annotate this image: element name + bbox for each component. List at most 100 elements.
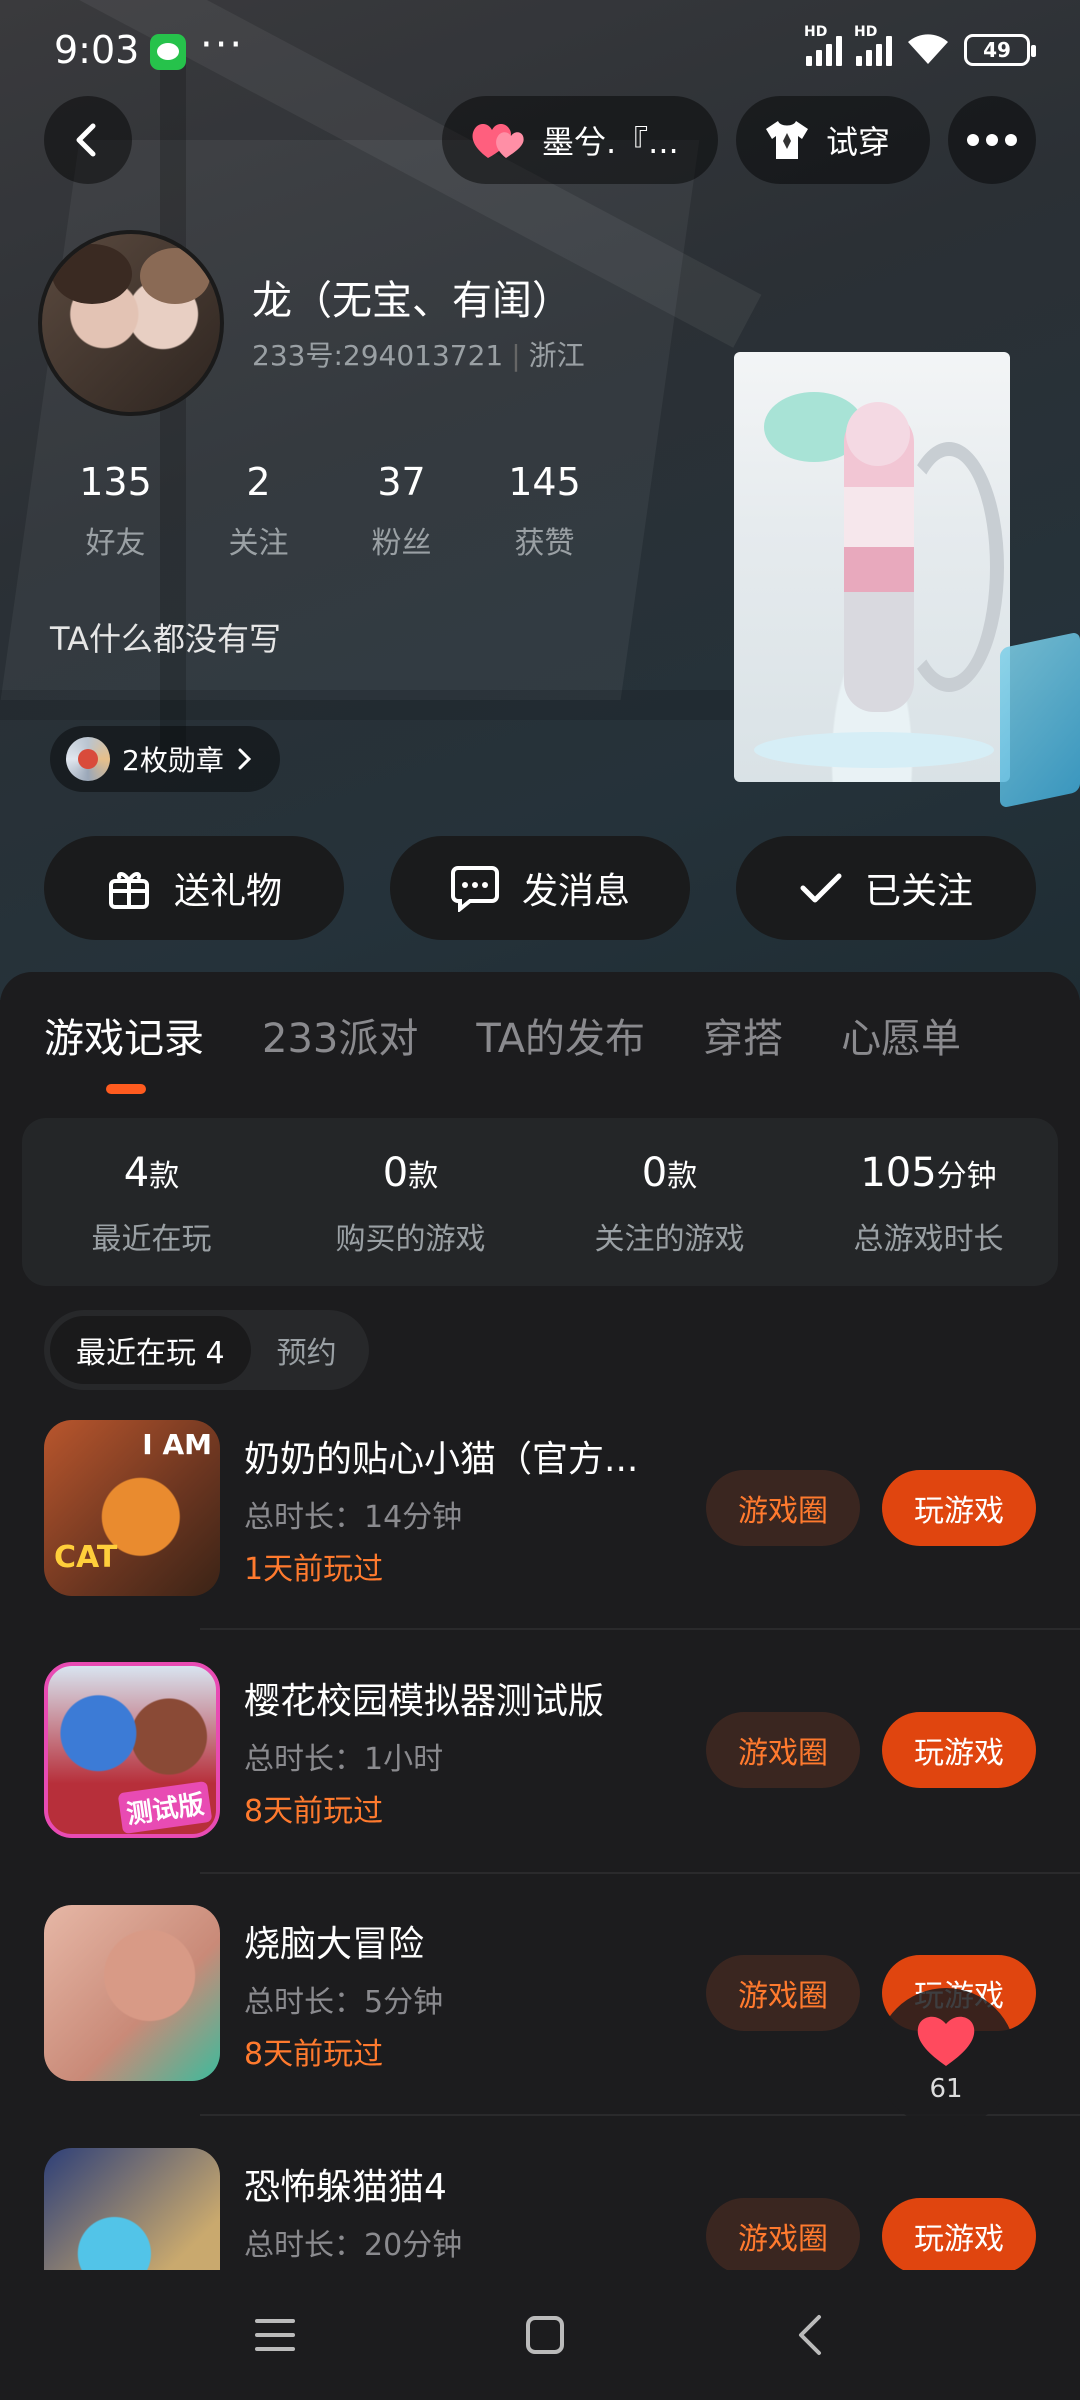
stat-label: 好友 xyxy=(85,526,146,561)
chevron-left-icon xyxy=(76,123,96,157)
menu-icon[interactable] xyxy=(255,2317,295,2353)
game-circle-button[interactable]: 游戏圈 xyxy=(706,1955,860,2031)
wifi-icon xyxy=(906,30,950,66)
list-item[interactable]: 测试版 樱花校园模拟器测试版 总时长：1小时 8天前玩过 游戏圈 玩游戏 xyxy=(44,1662,1044,1842)
game-subtabs: 最近在玩 4 预约 xyxy=(44,1310,369,1390)
active-tab-indicator xyxy=(106,1084,146,1094)
game-summary-card: 4款 最近在玩 0款 购买的游戏 0款 关注的游戏 105分钟 总游戏时长 xyxy=(22,1118,1058,1286)
play-game-button[interactable]: 玩游戏 xyxy=(882,2198,1036,2274)
medal-label: 2枚勋章 xyxy=(122,744,224,777)
chevron-right-icon xyxy=(238,748,251,770)
status-bar: 9:03 ··· HD HD 49 xyxy=(0,0,1080,100)
couple-heart-icon xyxy=(472,124,524,158)
subtab-recently-played[interactable]: 最近在玩 4 xyxy=(50,1316,251,1384)
like-count: 61 xyxy=(929,2074,963,2104)
tab-wishlist[interactable]: 心愿单 xyxy=(841,1006,961,1064)
tab-233-party[interactable]: 233派对 xyxy=(262,1006,418,1064)
stat-value: 37 xyxy=(377,460,426,504)
game-icon: 测试版 xyxy=(44,1662,220,1838)
back-icon[interactable] xyxy=(795,2313,825,2357)
divider xyxy=(200,1872,1080,1874)
send-message-label: 发消息 xyxy=(521,871,630,912)
send-message-button[interactable]: 发消息 xyxy=(390,836,690,940)
send-gift-button[interactable]: 送礼物 xyxy=(44,836,344,940)
game-duration: 总时长：5分钟 xyxy=(244,1985,444,2020)
game-duration: 总时长：14分钟 xyxy=(244,1500,463,1535)
tab-game-records[interactable]: 游戏记录 xyxy=(44,1006,204,1064)
summary-purchased[interactable]: 0款 购买的游戏 xyxy=(281,1118,540,1286)
couple-name: 墨兮.『... xyxy=(542,123,679,161)
game-title: 恐怖躲猫猫4 xyxy=(244,2167,447,2208)
stat-value: 145 xyxy=(508,460,581,504)
wechat-notification-icon xyxy=(150,34,186,70)
stat-value: 2 xyxy=(246,460,271,504)
stat-label: 粉丝 xyxy=(371,526,432,561)
game-last-played: 8天前玩过 xyxy=(244,2037,384,2072)
stat-fans[interactable]: 37 粉丝 xyxy=(330,460,473,562)
stat-value: 135 xyxy=(79,460,152,504)
stat-friends[interactable]: 135 好友 xyxy=(44,460,187,562)
divider xyxy=(200,1628,1080,1630)
more-options-button[interactable] xyxy=(948,96,1036,184)
user-id: 233号:294013721 xyxy=(252,339,504,372)
stat-following[interactable]: 2 关注 xyxy=(187,460,330,562)
list-item[interactable]: I AM CAT 奶奶的贴心小猫（官方... 总时长：14分钟 1天前玩过 游戏… xyxy=(44,1420,1044,1600)
medal-badge-button[interactable]: 2枚勋章 xyxy=(50,726,280,792)
game-circle-button[interactable]: 游戏圈 xyxy=(706,1470,860,1546)
summary-total-time[interactable]: 105分钟 总游戏时长 xyxy=(799,1118,1058,1286)
profile-tabs: 游戏记录 233派对 TA的发布 穿搭 心愿单 xyxy=(44,1006,961,1064)
decorative-3d-shape xyxy=(1000,631,1080,809)
signal-icon: HD xyxy=(854,24,892,66)
gift-icon xyxy=(108,872,149,909)
send-gift-label: 送礼物 xyxy=(173,871,282,912)
game-circle-button[interactable]: 游戏圈 xyxy=(706,2198,860,2274)
summary-followed-games[interactable]: 0款 关注的游戏 xyxy=(540,1118,799,1286)
medal-icon xyxy=(66,737,110,781)
game-title: 奶奶的贴心小猫（官方... xyxy=(244,1439,639,1480)
more-notifications-icon: ··· xyxy=(200,22,245,68)
avatar[interactable] xyxy=(38,230,224,416)
play-game-button[interactable]: 玩游戏 xyxy=(882,1470,1036,1546)
followed-button[interactable]: 已关注 xyxy=(736,836,1036,940)
game-duration: 总时长：20分钟 xyxy=(244,2228,463,2263)
battery-icon: 49 xyxy=(964,34,1036,66)
signal-icon: HD xyxy=(804,24,842,66)
checkmark-icon xyxy=(800,873,842,903)
game-last-played: 1天前玩过 xyxy=(244,1552,384,1587)
game-icon: I AM CAT xyxy=(44,1420,220,1596)
chat-bubble-icon xyxy=(450,866,499,912)
stat-likes[interactable]: 145 获赞 xyxy=(473,460,616,562)
stat-label: 关注 xyxy=(228,526,289,561)
back-button[interactable] xyxy=(44,96,132,184)
game-title: 烧脑大冒险 xyxy=(244,1924,425,1965)
game-duration: 总时长：1小时 xyxy=(244,1742,444,1777)
game-last-played: 8天前玩过 xyxy=(244,1794,384,1829)
followed-label: 已关注 xyxy=(864,871,973,912)
tab-outfits[interactable]: 穿搭 xyxy=(703,1006,783,1064)
status-time: 9:03 xyxy=(54,28,140,72)
profile-name: 龙（无宝、有闺） xyxy=(252,278,572,324)
couple-relation-button[interactable]: 墨兮.『... xyxy=(442,96,718,184)
floating-like-button[interactable]: 61 xyxy=(876,1988,1016,2128)
heart-icon xyxy=(917,2016,975,2066)
summary-recent[interactable]: 4款 最近在玩 xyxy=(22,1118,281,1286)
profile-bio: TA什么都没有写 xyxy=(50,620,281,658)
system-nav-bar xyxy=(0,2270,1080,2400)
tshirt-icon xyxy=(766,121,808,159)
separator: | xyxy=(511,339,521,372)
tab-posts[interactable]: TA的发布 xyxy=(476,1006,645,1064)
try-on-label: 试穿 xyxy=(826,123,891,161)
profile-id: 233号:294013721 | 浙江 xyxy=(252,334,585,374)
stat-label: 获赞 xyxy=(514,526,575,561)
play-game-button[interactable]: 玩游戏 xyxy=(882,1712,1036,1788)
profile-stats: 135 好友 2 关注 37 粉丝 145 获赞 xyxy=(44,460,616,562)
game-circle-button[interactable]: 游戏圈 xyxy=(706,1712,860,1788)
game-title: 樱花校园模拟器测试版 xyxy=(244,1681,605,1722)
user-region: 浙江 xyxy=(528,339,585,372)
subtab-reserved[interactable]: 预约 xyxy=(251,1316,363,1384)
game-icon xyxy=(44,1905,220,2081)
home-icon[interactable] xyxy=(525,2315,565,2355)
try-on-button[interactable]: 试穿 xyxy=(736,96,930,184)
avatar-character-portrait[interactable] xyxy=(734,352,1010,782)
more-dots-icon xyxy=(967,134,1017,146)
